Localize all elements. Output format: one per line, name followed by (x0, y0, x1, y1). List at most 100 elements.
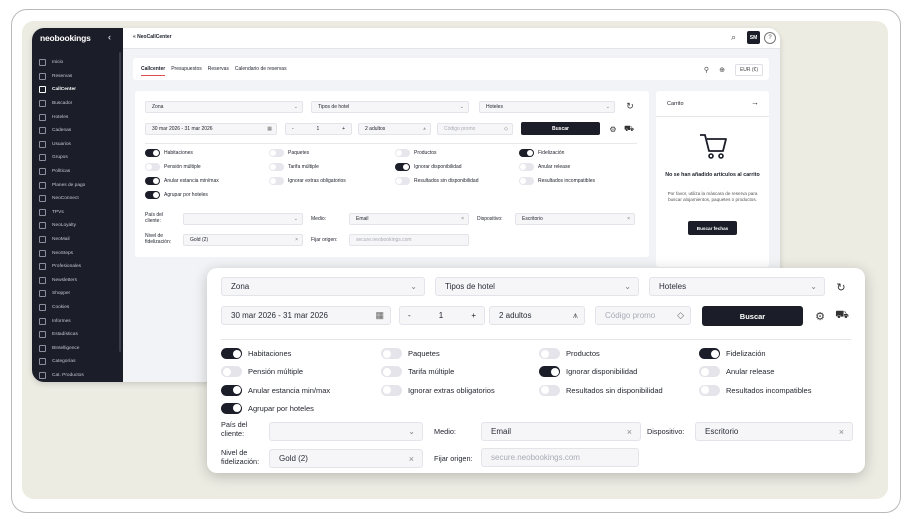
cart-icon[interactable]: ⛟ (623, 123, 635, 135)
sidebar-item-estadisticas[interactable]: Estadísticas (32, 328, 123, 342)
toggle-resultados-sin-disponibilidad[interactable]: Resultados sin disponibilidad (539, 384, 663, 396)
toggle-switch[interactable] (395, 149, 410, 157)
toggle-switch[interactable] (519, 177, 534, 185)
settings-icon[interactable]: ⚙ (607, 123, 619, 135)
sidebar-item-profesionales[interactable]: Profesionales (32, 260, 123, 274)
toggle-tarifa-multiple[interactable]: Tarifa múltiple (269, 163, 319, 171)
minus-button[interactable]: - (292, 126, 294, 132)
nivel-select[interactable]: Gold (2) × (269, 449, 423, 468)
sidebar-item-hoteles[interactable]: Hoteles (32, 110, 123, 124)
currency-select[interactable]: EUR (€) (734, 64, 763, 76)
plus-button[interactable]: + (471, 311, 476, 320)
collapse-sidebar-icon[interactable]: ‹ (108, 32, 111, 42)
toggle-resultados-sin-disponibilidad[interactable]: Resultados sin disponibilidad (395, 177, 479, 185)
avatar[interactable]: SM (747, 31, 760, 44)
sidebar-item-callcenter[interactable]: CallCenter (32, 83, 123, 97)
toggle-productos[interactable]: Productos (395, 149, 437, 157)
clear-icon[interactable]: × (461, 216, 464, 222)
sidebar-item-tpvs[interactable]: TPVs (32, 206, 123, 220)
promo-input[interactable]: Código promo ◇ (595, 306, 691, 325)
cart-icon[interactable]: ⛟ (833, 306, 851, 326)
sidebar-item-usuarios[interactable]: Usuarios (32, 138, 123, 152)
sidebar-item-politicas[interactable]: Políticas (32, 165, 123, 179)
sidebar-item-cookies[interactable]: Cookies (32, 301, 123, 315)
toggle-switch[interactable] (519, 163, 534, 171)
toggle-switch[interactable] (145, 163, 160, 171)
toggle-anular-release[interactable]: Anular release (699, 366, 774, 378)
toggle-switch[interactable] (381, 366, 402, 378)
search-icon[interactable]: ⌕ (731, 32, 736, 43)
toggle-switch[interactable] (221, 366, 242, 378)
toggle-switch[interactable] (381, 384, 402, 396)
medio-select[interactable]: Email × (481, 422, 641, 441)
tipos-hotel-select[interactable]: Tipos de hotel ⌄ (311, 101, 469, 113)
search-button[interactable]: Buscar (702, 306, 803, 326)
toggle-switch[interactable] (699, 348, 720, 359)
toggle-switch[interactable] (539, 348, 560, 359)
zona-select[interactable]: Zona ⌄ (221, 277, 425, 296)
buscar-fechas-button[interactable]: Buscar fechas (688, 221, 737, 235)
promo-input[interactable]: Código promo ◇ (437, 123, 513, 135)
toggle-switch[interactable] (145, 177, 160, 185)
toggle-habitaciones[interactable]: Habitaciones (145, 149, 193, 157)
toggle-anular-release[interactable]: Anular release (519, 163, 570, 171)
reset-icon[interactable]: ↻ (623, 99, 637, 113)
origen-input[interactable]: secure.neobookings.com (349, 234, 469, 246)
pais-select[interactable]: ⌄ (269, 422, 423, 441)
toggle-anular-estancia-min-max[interactable]: Anular estancia min/max (145, 177, 219, 185)
sidebar-item-cadenas[interactable]: Cadenas (32, 124, 123, 138)
toggle-switch[interactable] (269, 149, 284, 157)
sidebar-item-reservas[interactable]: Reservas (32, 70, 123, 84)
sidebar-item-neosteps[interactable]: NeoSteps (32, 246, 123, 260)
toggle-resultados-incompatibles[interactable]: Resultados incompatibles (699, 384, 811, 396)
toggle-switch[interactable] (519, 149, 534, 157)
toggle-anular-estancia-min-max[interactable]: Anular estancia min/max (221, 384, 330, 396)
minus-button[interactable]: - (408, 311, 411, 320)
toggle-ignorar-disponibilidad[interactable]: Ignorar disponibilidad (539, 366, 637, 378)
dates-field[interactable]: 30 mar 2026 - 31 mar 2026 ▦ (145, 123, 277, 135)
quantity-stepper[interactable]: - 1 + (285, 123, 352, 135)
reset-icon[interactable]: ↻ (831, 277, 851, 297)
dates-field[interactable]: 30 mar 2026 - 31 mar 2026 ▦ (221, 306, 391, 325)
quantity-stepper[interactable]: - 1 + (399, 306, 485, 325)
toggle-switch[interactable] (145, 149, 160, 157)
toggle-agrupar-por-hoteles[interactable]: Agrupar por hoteles (145, 191, 208, 199)
toggle-tarifa-multiple[interactable]: Tarifa múltiple (381, 366, 454, 378)
toggle-pension-multiple[interactable]: Pensión múltiple (221, 366, 303, 378)
toggle-switch[interactable] (269, 163, 284, 171)
toggle-ignorar-extras-obligatorios[interactable]: Ignorar extras obligatorios (269, 177, 346, 185)
sidebar-scrollbar[interactable] (119, 52, 121, 352)
hoteles-select[interactable]: Hoteles ⌄ (649, 277, 825, 296)
sidebar-item-buscador[interactable]: Buscador (32, 97, 123, 111)
toggle-resultados-incompatibles[interactable]: Resultados incompatibles (519, 177, 595, 185)
toggle-switch[interactable] (539, 384, 560, 396)
sidebar-item-inicio[interactable]: Inicio (32, 56, 123, 70)
sidebar-item-shopper[interactable]: Shopper (32, 287, 123, 301)
toggle-switch[interactable] (221, 402, 242, 414)
sidebar-item-newsletters[interactable]: Newsletters (32, 274, 123, 288)
tab-calendario-de-reservas[interactable]: Calendario de reservas (235, 66, 287, 76)
toggle-switch[interactable] (395, 177, 410, 185)
tab-reservas[interactable]: Reservas (208, 66, 229, 76)
toggle-switch[interactable] (145, 191, 160, 199)
toggle-switch[interactable] (269, 177, 284, 185)
sidebar-item-grupos[interactable]: Grupos (32, 151, 123, 165)
toggle-switch[interactable] (539, 366, 560, 378)
tipos-hotel-select[interactable]: Tipos de hotel ⌄ (435, 277, 639, 296)
arrow-right-icon[interactable]: → (751, 98, 759, 107)
tab-presupuestos[interactable]: Presupuestos (171, 66, 202, 76)
toggle-fidelizacion[interactable]: Fidelización (699, 348, 766, 359)
toggle-switch[interactable] (395, 163, 410, 171)
toggle-paquetes[interactable]: Paquetes (381, 348, 440, 359)
toggle-switch[interactable] (381, 348, 402, 359)
pais-select[interactable]: ⌄ (183, 213, 303, 225)
sidebar-item-planes-de-pago[interactable]: Planes de pago (32, 178, 123, 192)
plus-button[interactable]: + (342, 126, 345, 132)
sidebar-item-categorias[interactable]: Categorías (32, 355, 123, 369)
sidebar-item-bintelligence[interactable]: BIntelligence (32, 341, 123, 355)
sidebar-item-neoconnect[interactable]: NeoConnect (32, 192, 123, 206)
toggle-agrupar-por-hoteles[interactable]: Agrupar por hoteles (221, 402, 314, 414)
toggle-paquetes[interactable]: Paquetes (269, 149, 309, 157)
clear-icon[interactable]: × (409, 454, 414, 464)
dispositivo-select[interactable]: Escritorio × (695, 422, 853, 441)
